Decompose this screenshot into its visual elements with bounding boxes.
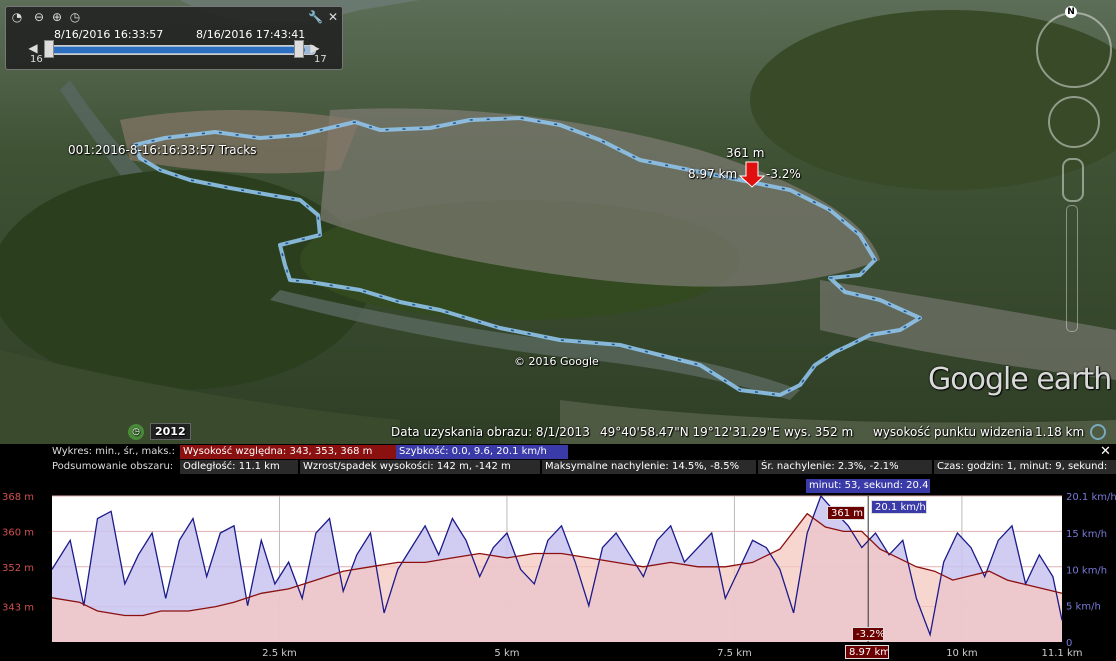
elevation-speed-chart[interactable]: 368 m 360 m 352 m 343 m 20.1 km/h 15 km/h 10 … [0,444,1116,661]
marker-distance: 8.97 km [688,167,738,181]
cursor-speed-badge: 20.1 km/h [871,500,927,514]
year-badge[interactable]: 2012 [150,423,191,440]
zoom-slider[interactable] [1066,205,1078,332]
time-end: 8/16/2016 17:43:41 [196,28,306,41]
cursor-slope-badge: -3.2% [852,627,884,641]
y-left-tick-label: 343 m [2,603,34,614]
y-left-tick-label: 360 m [2,527,34,538]
zoom-in-icon[interactable]: ⊕ [50,10,64,24]
time-slider-track[interactable] [44,45,316,55]
settings-wrench-icon[interactable]: 🔧 [308,10,323,24]
north-indicator[interactable]: N [1065,6,1077,18]
elevation-profile-panel: Wykres: min., śr., maks.: Wysokość wzglę… [0,444,1116,661]
marker-slope: -3.2% [766,167,801,181]
x-tick-label: 7.5 km [717,648,752,659]
imagery-date: Data uzyskania obrazu: 8/1/2013 [391,425,590,439]
time-start: 8/16/2016 16:33:57 [54,28,164,41]
marker-elevation: 361 m [726,146,765,160]
step-back-icon[interactable]: ◀ [26,41,40,55]
cursor-elevation-badge: 361 m [827,506,865,520]
y-left-tick-label: 368 m [2,492,34,503]
time-slider-panel: ◔ ⊖ ⊕ ◷ 🔧 ✕ 8/16/2016 16:33:57 8/16/2016… [5,6,343,70]
y-right-tick-label: 20.1 km/h [1066,492,1116,503]
y-left-tick-label: 352 m [2,563,34,574]
coordinates: 49°40'58.47"N 19°12'31.29"E [600,425,780,439]
zoom-out-icon[interactable]: ⊖ [32,10,46,24]
eye-altitude-value: 1.18 km [1035,425,1085,439]
clock-icon[interactable]: ◔ [10,10,24,24]
elevation-readout: wys. 352 m [784,425,854,439]
street-view-icon[interactable] [1062,158,1084,202]
x-tick-label: 11.1 km [1042,648,1083,659]
look-joystick[interactable] [1036,12,1112,88]
eye-altitude-label: wysokość punktu widzenia [873,425,1033,439]
time-right-number: 17 [314,54,327,65]
streaming-indicator-icon [1090,424,1106,440]
cursor-distance-badge: 8.97 km [845,645,889,659]
time-left-number: 16 [30,54,43,65]
time-slider-end-handle[interactable] [294,40,304,58]
y-right-tick-label: 10 km/h [1066,565,1107,576]
track-label[interactable]: 001:2016-8-16:16:33:57 Tracks [68,143,256,157]
copyright: © 2016 Google [514,355,599,368]
map-view[interactable]: ◔ ⊖ ⊕ ◷ 🔧 ✕ 8/16/2016 16:33:57 8/16/2016… [0,0,1116,444]
move-joystick[interactable] [1048,96,1100,148]
y-right-tick-label: 5 km/h [1066,602,1101,613]
x-tick-label: 10 km [946,648,977,659]
time-slider-start-handle[interactable] [44,40,54,58]
x-tick-label: 2.5 km [262,648,297,659]
step-forward-icon[interactable]: ▶ [308,41,322,55]
play-icon[interactable]: ◷ [68,10,82,24]
google-earth-logo: Google earth [928,362,1112,397]
close-icon[interactable]: ✕ [326,10,340,24]
y-right-tick-label: 15 km/h [1066,529,1107,540]
historical-imagery-icon[interactable]: ◷ [128,424,144,440]
x-tick-label: 5 km [494,648,519,659]
